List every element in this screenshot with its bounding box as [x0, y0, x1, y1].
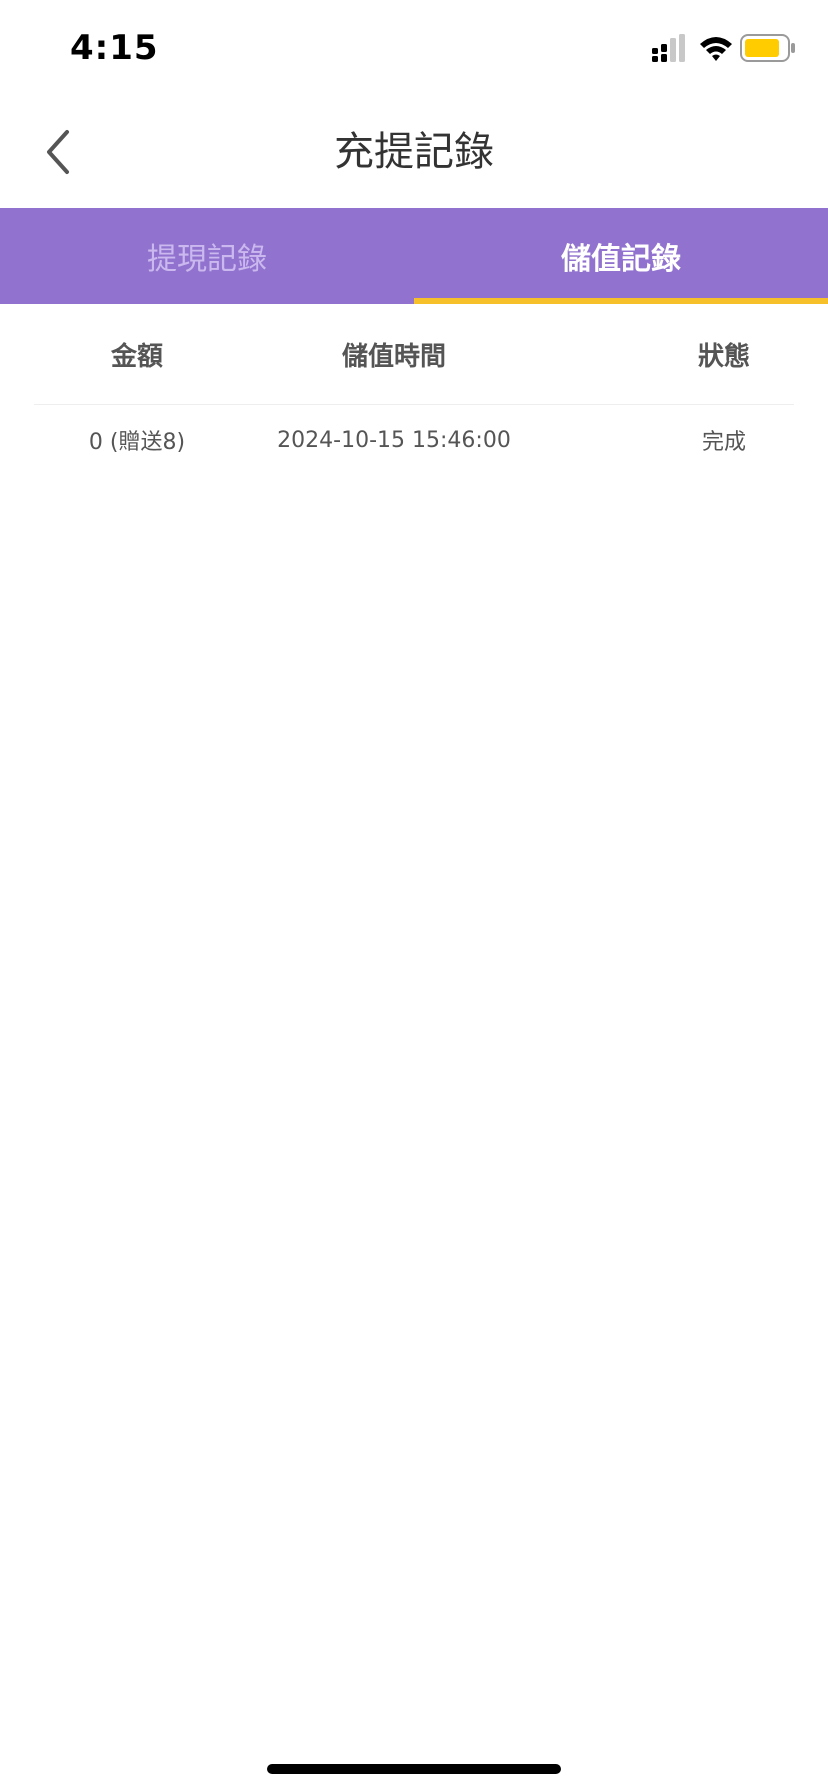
row-amount: 0 (贈送8) [88, 430, 186, 455]
back-button[interactable] [30, 120, 86, 184]
table-row: 0 (贈送8) 2024-10-15 15:46:00 完成 [34, 405, 794, 475]
chevron-left-icon [47, 130, 69, 174]
home-indicator [267, 1764, 561, 1774]
tab-deposit-records[interactable]: 儲值記錄 [414, 208, 828, 304]
wifi-icon [700, 37, 732, 61]
page-title: 充提記錄 [334, 129, 494, 175]
column-header-status: 狀態 [697, 341, 750, 372]
battery-icon [740, 34, 795, 62]
table-header: 金額 儲值時間 狀態 [34, 304, 794, 405]
cellular-signal-icon [652, 34, 685, 62]
tab-bar: 提現記錄 儲值記錄 [0, 208, 828, 304]
status-bar: 4:15 [0, 0, 828, 100]
nav-bar: 充提記錄 [0, 100, 828, 208]
column-header-amount: 金額 [110, 341, 163, 372]
status-time: 4:15 [70, 28, 159, 68]
tab-label: 儲值記錄 [561, 242, 681, 277]
row-status: 完成 [701, 430, 746, 455]
tab-label: 提現記錄 [147, 242, 267, 277]
tab-withdrawal-records[interactable]: 提現記錄 [0, 208, 414, 304]
row-deposit-time: 2024-10-15 15:46:00 [277, 427, 511, 453]
column-header-deposit-time: 儲值時間 [341, 341, 446, 372]
